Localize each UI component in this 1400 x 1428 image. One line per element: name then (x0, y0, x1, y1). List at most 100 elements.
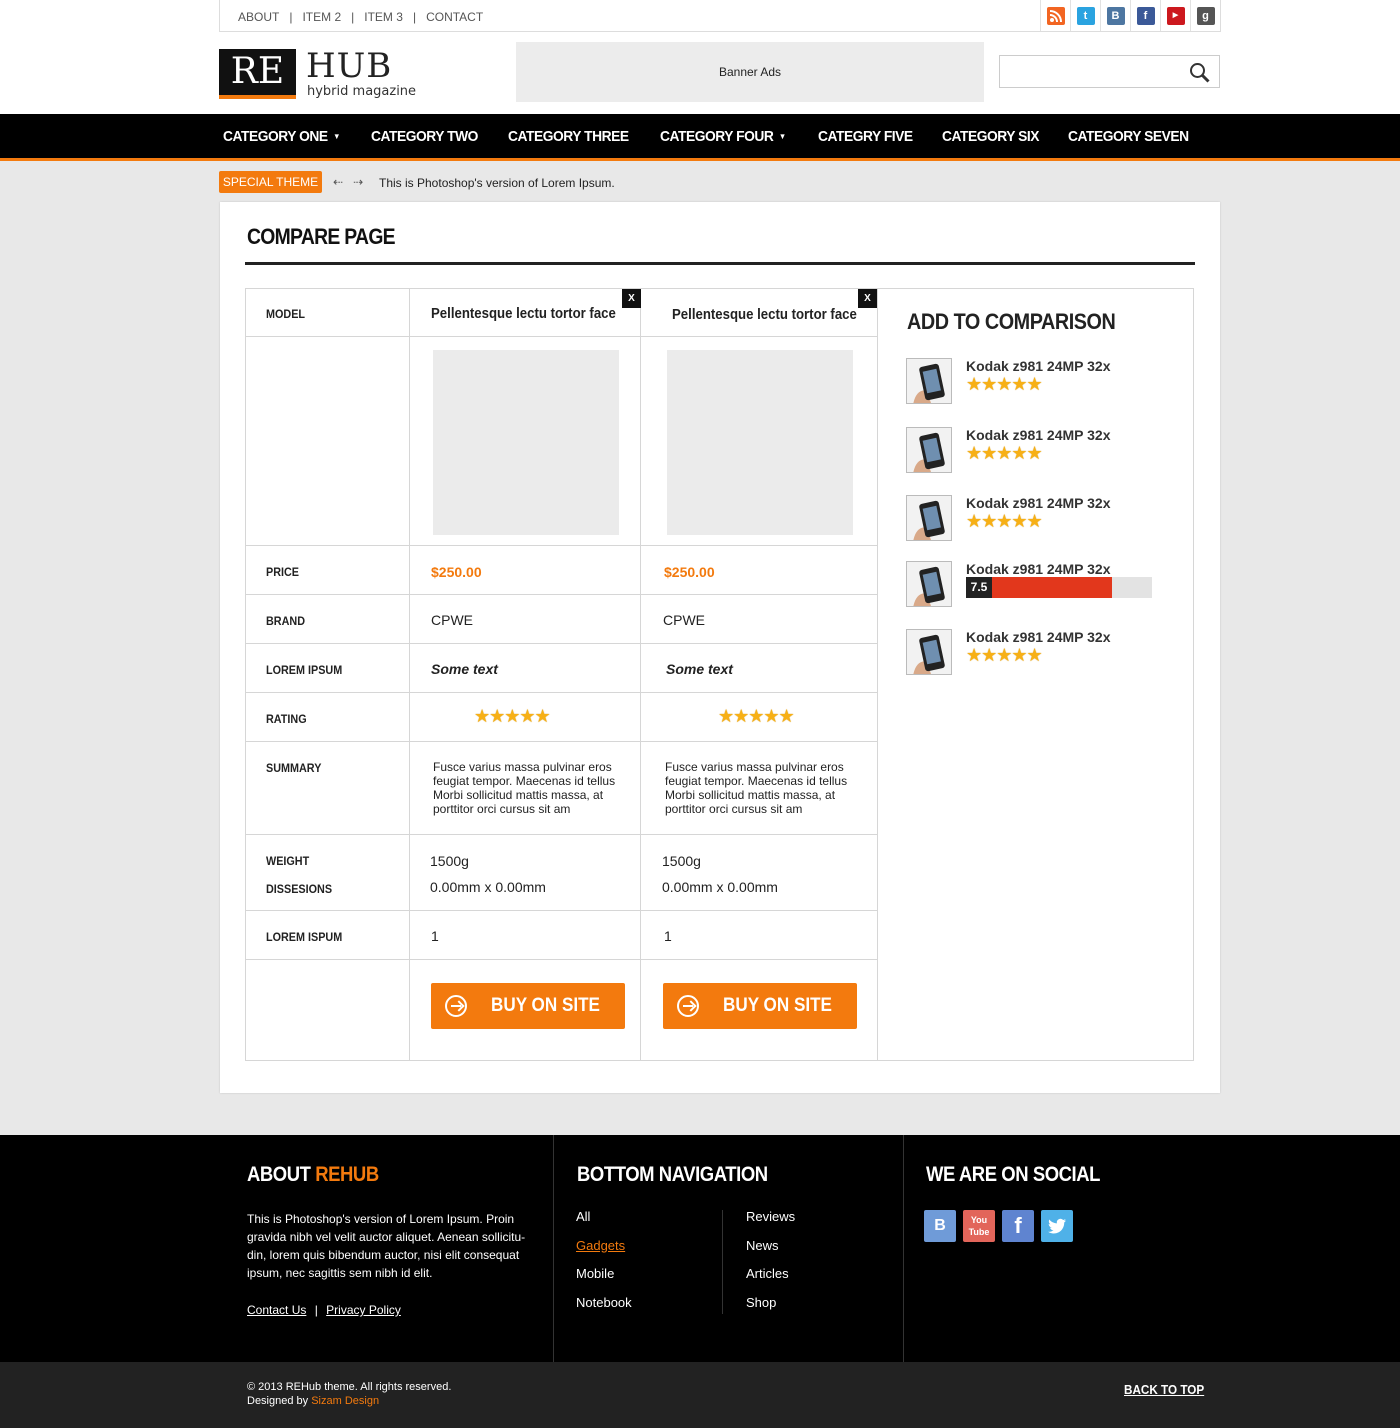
footer-link-news[interactable]: News (746, 1238, 795, 1267)
title-divider (245, 262, 1195, 265)
product-1-summary: Fusce varius massa pulvinar eros feugiat… (433, 760, 616, 816)
logo-wordmark[interactable]: HUB (306, 48, 392, 84)
candidate-stars: ★★★★★ (966, 645, 1043, 665)
arrow-circle-right-icon (445, 995, 467, 1017)
back-to-top-link[interactable]: BACK TO TOP (1124, 1382, 1204, 1397)
remove-product-2-button[interactable]: X (858, 289, 877, 308)
designer-link[interactable]: Sizam Design (311, 1395, 379, 1407)
comparison-candidate[interactable]: Kodak z981 24MP 32x ★★★★★ (906, 358, 1176, 408)
facebook-icon[interactable]: f (1002, 1210, 1034, 1242)
arrow-left-icon[interactable]: ⇠ (333, 175, 343, 189)
chevron-down-icon: ▼ (779, 131, 787, 141)
nav-category-five[interactable]: CATEGRY FIVE (818, 128, 913, 145)
twitter-icon[interactable]: t (1076, 6, 1095, 25)
search-input[interactable] (999, 55, 1220, 88)
comparison-candidate[interactable]: Kodak z981 24MP 32x ★★★★★ (906, 629, 1176, 679)
divider (246, 834, 878, 835)
arrow-right-icon[interactable]: ⇢ (353, 175, 363, 189)
footer-link-shop[interactable]: Shop (746, 1295, 795, 1324)
divider (246, 910, 878, 911)
buy-button-label: BUY ON SITE (491, 995, 600, 1016)
product-1-model[interactable]: Pellentesque lectu tortor face (431, 305, 616, 322)
footer-link-mobile[interactable]: Mobile (576, 1266, 632, 1295)
nav-accent-line (0, 158, 1400, 161)
candidate-name[interactable]: Kodak z981 24MP 32x (966, 358, 1111, 374)
product-2-dimensions: 0.00mm x 0.00mm (662, 879, 778, 895)
footer-link-notebook[interactable]: Notebook (576, 1295, 632, 1324)
footer-link-all[interactable]: All (576, 1209, 632, 1238)
divider (722, 1210, 723, 1314)
chevron-down-icon: ▼ (333, 131, 340, 141)
divider (409, 289, 410, 1060)
nav-category-three[interactable]: CATEGORY THREE (508, 128, 629, 145)
comparison-candidate[interactable]: Kodak z981 24MP 32x ★★★★★ (906, 427, 1176, 477)
link-separator: | (314, 1303, 318, 1317)
nav-category-one[interactable]: CATEGORY ONE ▼ (223, 128, 340, 145)
google-plus-icon[interactable]: g (1196, 6, 1215, 25)
product-1-image[interactable] (433, 350, 619, 535)
comparison-candidate[interactable]: Kodak z981 24MP 32x 7.5 (906, 561, 1176, 611)
phone-thumbnail[interactable] (906, 561, 952, 607)
label-lorem-ispum: LOREM ISPUM (266, 930, 343, 944)
candidate-name[interactable]: Kodak z981 24MP 32x (966, 561, 1111, 577)
footer-bottom-bar: © 2013 REHub theme. All rights reserved.… (0, 1362, 1400, 1428)
nav-category-seven[interactable]: CATEGORY SEVEN (1068, 128, 1189, 145)
product-2-rating-stars: ★★★★★ (718, 706, 795, 726)
top-link-about[interactable]: ABOUT (238, 10, 279, 24)
nav-category-six[interactable]: CATEGORY SIX (942, 128, 1039, 145)
top-link-item2[interactable]: ITEM 2 (302, 10, 341, 24)
site-footer: ABOUT REHUB This is Photoshop's version … (0, 1135, 1400, 1362)
candidate-name[interactable]: Kodak z981 24MP 32x (966, 495, 1111, 511)
divider (246, 336, 878, 337)
buy-button-label: BUY ON SITE (723, 995, 832, 1016)
page-title: COMPARE PAGE (247, 224, 396, 249)
arrow-circle-right-icon (677, 995, 699, 1017)
label-rating: RATING (266, 712, 307, 726)
logo-mark[interactable]: RE (219, 49, 296, 99)
remove-product-1-button[interactable]: X (622, 289, 641, 308)
candidate-rating-bar: 7.5 (966, 577, 1152, 598)
footer-link-reviews[interactable]: Reviews (746, 1209, 795, 1238)
divider (640, 289, 641, 1060)
phone-thumbnail[interactable] (906, 427, 952, 473)
banner-ad[interactable]: Banner Ads (516, 42, 984, 102)
top-links: ABOUT | ITEM 2 | ITEM 3 | CONTACT (238, 10, 484, 24)
vk-icon[interactable]: B (1106, 6, 1125, 25)
facebook-icon[interactable]: f (1136, 6, 1155, 25)
divider (877, 289, 878, 1060)
ticker-badge[interactable]: SPECIAL THEME (219, 171, 322, 193)
label-price: PRICE (266, 565, 300, 579)
phone-thumbnail[interactable] (906, 629, 952, 675)
youtube-icon[interactable]: ▶ (1166, 6, 1185, 25)
divider (246, 545, 878, 546)
vk-icon[interactable]: B (924, 1210, 956, 1242)
youtube-icon[interactable]: You Tube (963, 1210, 995, 1242)
product-2-image[interactable] (667, 350, 853, 535)
privacy-policy-link[interactable]: Privacy Policy (326, 1303, 401, 1317)
footer-legal-links: Contact Us | Privacy Policy (247, 1303, 401, 1317)
phone-thumbnail[interactable] (906, 495, 952, 541)
top-link-contact[interactable]: CONTACT (426, 10, 483, 24)
footer-link-articles[interactable]: Articles (746, 1266, 795, 1295)
product-1-dimensions: 0.00mm x 0.00mm (430, 879, 546, 895)
rss-icon[interactable] (1046, 6, 1065, 25)
twitter-icon[interactable] (1041, 1210, 1073, 1242)
search-icon[interactable] (1189, 62, 1211, 84)
footer-link-gadgets[interactable]: Gadgets (576, 1238, 632, 1267)
buy-on-site-button-1[interactable]: BUY ON SITE (431, 983, 625, 1029)
buy-on-site-button-2[interactable]: BUY ON SITE (663, 983, 857, 1029)
ticker-text[interactable]: This is Photoshop's version of Lorem Ips… (379, 176, 615, 190)
footer-nav-title: BOTTOM NAVIGATION (577, 1163, 768, 1186)
nav-category-four[interactable]: CATEGORY FOUR ▼ (660, 128, 786, 145)
product-1-lorem: Some text (431, 661, 498, 677)
contact-us-link[interactable]: Contact Us (247, 1303, 306, 1317)
footer-about-text: This is Photoshop's version of Lorem Ips… (247, 1212, 526, 1280)
phone-thumbnail[interactable] (906, 358, 952, 404)
top-link-item3[interactable]: ITEM 3 (364, 10, 403, 24)
nav-category-two[interactable]: CATEGORY TWO (371, 128, 478, 145)
product-1-weight: 1500g (430, 853, 469, 869)
comparison-candidate[interactable]: Kodak z981 24MP 32x ★★★★★ (906, 495, 1176, 545)
product-2-model[interactable]: Pellentesque lectu tortor face (672, 306, 857, 323)
candidate-name[interactable]: Kodak z981 24MP 32x (966, 427, 1111, 443)
candidate-name[interactable]: Kodak z981 24MP 32x (966, 629, 1111, 645)
